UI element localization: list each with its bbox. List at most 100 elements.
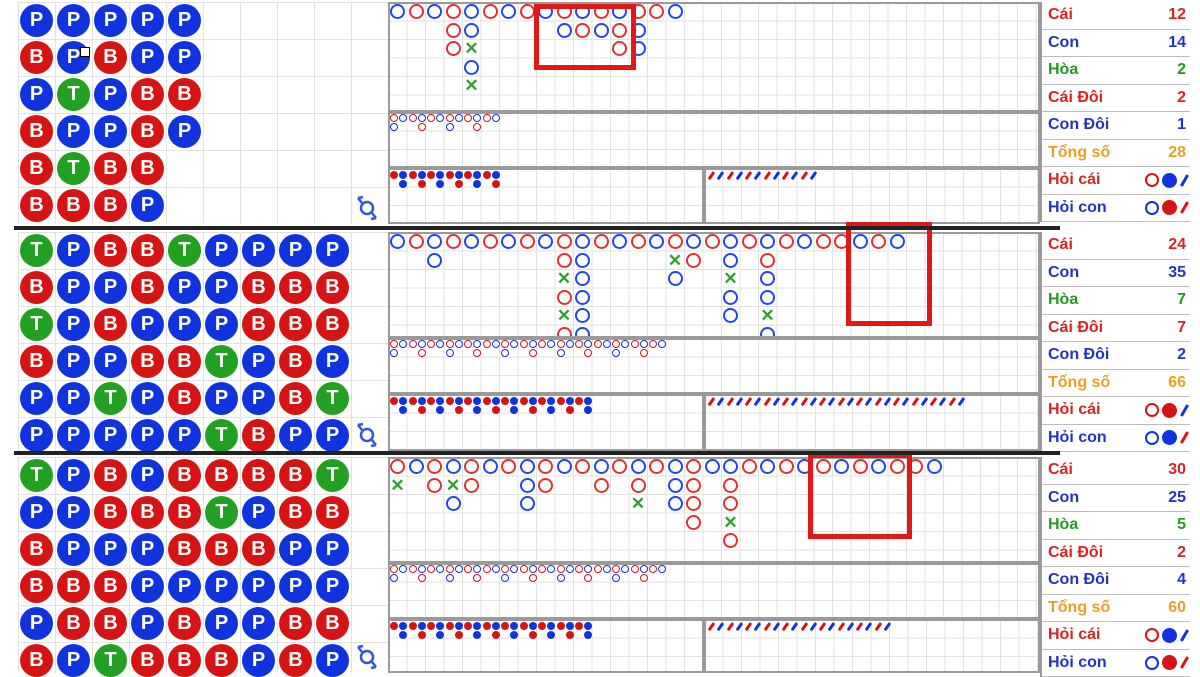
stat-label: Con Đôi <box>1048 116 1109 134</box>
bead-t: T <box>20 459 53 492</box>
bead-p: P <box>131 533 164 566</box>
stat-row: Cái Đôi7 <box>1042 315 1190 343</box>
bead-b: B <box>20 152 53 185</box>
big-eye-road-frame <box>388 563 1040 619</box>
bead-p: P <box>168 570 201 603</box>
bead-b: B <box>20 271 53 304</box>
stat-label: Tổng số <box>1048 144 1110 162</box>
bead-b: B <box>20 41 53 74</box>
bead-p: P <box>131 41 164 74</box>
cockroach-road-frame <box>704 394 1040 451</box>
prediction-slash-icon <box>1180 201 1189 214</box>
stat-label: Hòa <box>1048 61 1078 79</box>
stat-label: Cái <box>1048 236 1073 254</box>
stat-value: 30 <box>1168 461 1186 479</box>
stat-value: 2 <box>1177 61 1186 79</box>
stat-value: 28 <box>1168 144 1186 162</box>
stat-row: Cái Đôi 2 <box>1042 540 1190 568</box>
swap-icon[interactable] <box>352 419 382 449</box>
bead-b: B <box>94 308 127 341</box>
prediction-icons <box>1145 628 1186 643</box>
prediction-dot-icon <box>1162 403 1177 418</box>
bead-b: B <box>94 189 127 222</box>
stat-value: 12 <box>1168 6 1186 24</box>
bead-p: P <box>242 234 275 267</box>
bead-p: P <box>131 189 164 222</box>
ask-player-button[interactable]: Hỏi con <box>1042 195 1190 223</box>
ask-player-button[interactable]: Hỏi con <box>1042 425 1190 453</box>
prediction-slash-icon <box>1180 404 1189 417</box>
bead-b: B <box>57 189 90 222</box>
highlight-box <box>846 222 932 326</box>
bead-b: B <box>205 459 238 492</box>
bead-b: B <box>20 533 53 566</box>
swap-icon[interactable] <box>352 641 382 671</box>
bead-b: B <box>168 459 201 492</box>
prediction-icons <box>1145 403 1186 418</box>
bead-p: P <box>242 345 275 378</box>
bead-p: P <box>131 570 164 603</box>
bead-b: B <box>20 570 53 603</box>
bead-p: P <box>57 234 90 267</box>
stats-panel: Cái12Con14Hòa2Cái Đôi2Con Đôi1Tổng số28H… <box>1040 2 1190 222</box>
bead-b: B <box>20 644 53 677</box>
bead-b: B <box>316 496 349 529</box>
bead-p: P <box>242 382 275 415</box>
bead-p: P <box>131 308 164 341</box>
bead-t: T <box>316 459 349 492</box>
ask-banker-button[interactable]: Hỏi cái <box>1042 622 1190 650</box>
cursor-icon <box>80 47 90 57</box>
bead-road: TPBPBBBBTPPBBBTPBBBPPPBBBPPBBBPPPPPPPBBP… <box>18 457 388 673</box>
prediction-ring-icon <box>1145 628 1159 642</box>
prediction-ring-icon <box>1145 656 1159 670</box>
bead-p: P <box>168 4 201 37</box>
ask-player-button[interactable]: Hỏi con <box>1042 650 1190 677</box>
stat-value: 2 <box>1177 544 1186 562</box>
bead-p: P <box>94 115 127 148</box>
bead-b: B <box>205 533 238 566</box>
stat-label: Cái Đôi <box>1048 544 1103 562</box>
cockroach-road-frame <box>704 168 1040 224</box>
bead-t: T <box>205 419 238 452</box>
bead-p: P <box>279 419 312 452</box>
ask-banker-button[interactable]: Hỏi cái <box>1042 167 1190 195</box>
bead-b: B <box>168 644 201 677</box>
swap-icon[interactable] <box>352 192 382 222</box>
stat-row: Cái12 <box>1042 2 1190 30</box>
prediction-ring-icon <box>1145 201 1159 215</box>
ask-label: Hỏi cái <box>1048 171 1100 189</box>
bead-b: B <box>57 607 90 640</box>
bead-p: P <box>242 644 275 677</box>
bead-t: T <box>20 308 53 341</box>
bead-b: B <box>279 271 312 304</box>
bead-p: P <box>205 234 238 267</box>
bead-p: P <box>168 41 201 74</box>
stat-value: 4 <box>1177 571 1186 589</box>
bead-b: B <box>94 459 127 492</box>
stat-row: Con Đôi2 <box>1042 342 1190 370</box>
stat-value: 1 <box>1177 116 1186 134</box>
bead-b: B <box>279 644 312 677</box>
prediction-dot-icon <box>1162 655 1177 670</box>
prediction-dot-icon <box>1162 628 1177 643</box>
bead-b: B <box>279 459 312 492</box>
bead-p: P <box>316 419 349 452</box>
stat-value: 2 <box>1177 346 1186 364</box>
big-eye-road-frame <box>388 112 1040 168</box>
stat-label: Tổng số <box>1048 374 1110 392</box>
ask-banker-button[interactable]: Hỏi cái <box>1042 397 1190 425</box>
prediction-ring-icon <box>1145 403 1159 417</box>
bead-b: B <box>242 419 275 452</box>
bead-p: P <box>94 4 127 37</box>
prediction-dot-icon <box>1162 173 1177 188</box>
bead-b: B <box>94 570 127 603</box>
bead-b: B <box>168 78 201 111</box>
ask-label: Hỏi con <box>1048 654 1107 672</box>
prediction-icons <box>1145 173 1186 188</box>
big-eye-road-frame <box>388 338 1040 394</box>
bead-b: B <box>316 271 349 304</box>
roadmap-panel: TPBPBBBBTPPBBBTPBBBPPPBBBPPBBBPPPPPPPBBP… <box>14 455 1200 675</box>
bead-b: B <box>131 152 164 185</box>
bead-p: P <box>94 271 127 304</box>
bead-p: P <box>57 41 90 74</box>
